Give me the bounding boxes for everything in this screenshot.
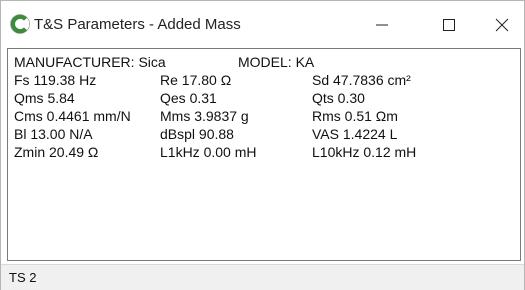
param-cms: Cms 0.4461 mm/N	[14, 108, 131, 124]
param-rms: Rms 0.51 Ωm	[312, 108, 398, 124]
param-qts: Qts 0.30	[312, 90, 365, 106]
maximize-icon	[443, 18, 455, 31]
parameters-panel[interactable]: MANUFACTURER: Sica MODEL: KA Fs 119.38 H…	[7, 48, 521, 261]
status-text: TS 2	[9, 270, 37, 285]
maximize-button[interactable]	[426, 1, 472, 48]
close-button[interactable]	[479, 1, 525, 48]
param-qes: Qes 0.31	[160, 90, 217, 106]
minimize-icon	[376, 24, 388, 25]
close-icon	[495, 18, 509, 31]
param-bl: Bl 13.00 N/A	[14, 126, 93, 142]
window-title: T&S Parameters - Added Mass	[34, 16, 241, 33]
param-qms: Qms 5.84	[14, 90, 75, 106]
title-bar[interactable]: T&S Parameters - Added Mass	[1, 1, 524, 48]
param-re: Re 17.80 Ω	[160, 72, 232, 88]
manufacturer-label: MANUFACTURER: Sica	[14, 54, 166, 70]
model-label: MODEL: KA	[238, 54, 315, 70]
param-zmin: Zmin 20.49 Ω	[14, 144, 99, 160]
parameters-window: T&S Parameters - Added Mass MANUFACTURER…	[0, 0, 525, 290]
param-mms: Mms 3.9837 g	[160, 108, 249, 124]
param-sd: Sd 47.7836 cm²	[312, 72, 411, 88]
param-l1khz: L1kHz 0.00 mH	[160, 144, 257, 160]
param-fs: Fs 119.38 Hz	[14, 72, 97, 88]
minimize-button[interactable]	[359, 1, 405, 48]
param-l10khz: L10kHz 0.12 mH	[312, 144, 417, 160]
param-dbspl: dBspl 90.88	[160, 126, 234, 142]
c-logo-icon	[10, 14, 30, 34]
param-vas: VAS 1.4224 L	[312, 126, 398, 142]
status-bar: TS 2	[1, 264, 524, 290]
